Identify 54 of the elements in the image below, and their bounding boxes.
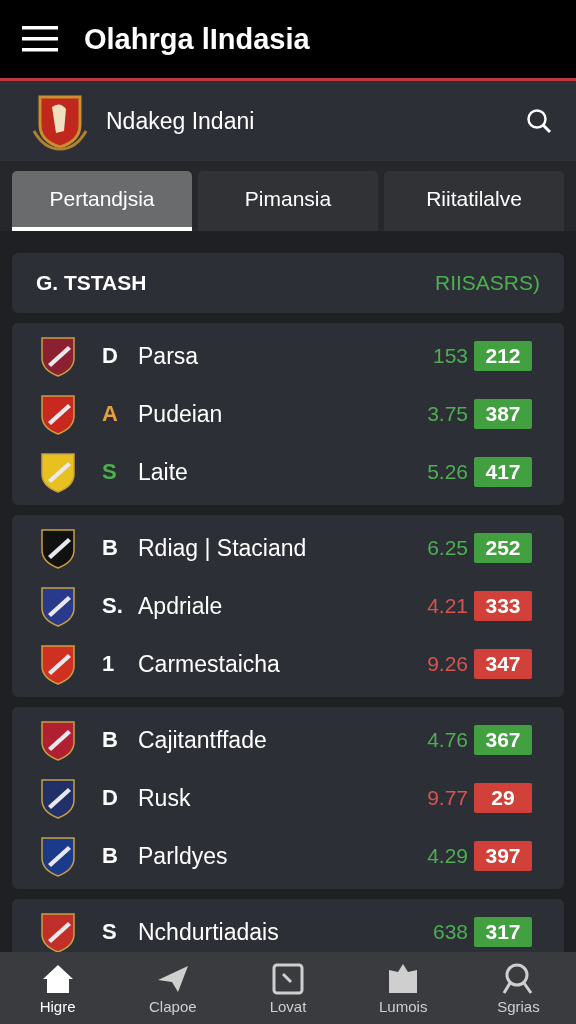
tab[interactable]: Pertandjsia — [12, 171, 192, 231]
odds-value: 5.26 — [427, 460, 468, 484]
nav-item[interactable]: Sgrias — [460, 952, 576, 1024]
team-name: Rusk — [138, 784, 192, 812]
group-letter: S. — [102, 593, 124, 619]
score-badge: 212 — [474, 341, 532, 371]
app-title: Olahrga lIndasia — [84, 22, 310, 56]
team-name: Rdiag | Staciand — [138, 534, 308, 562]
group-letter: B — [102, 535, 119, 561]
score-badge: 347 — [474, 649, 532, 679]
section-title: G. TSTASH — [36, 271, 147, 295]
group-letter: A — [102, 401, 119, 427]
menu-icon[interactable] — [22, 26, 58, 52]
score-badge: 397 — [474, 841, 532, 871]
team-name: Cajitantffade — [138, 726, 268, 754]
nav-item[interactable]: Higre — [0, 952, 116, 1024]
team-name: Parldyes — [138, 842, 229, 870]
square-icon — [271, 961, 305, 996]
odds-value: 9.77 — [427, 786, 468, 810]
score-badge: 252 — [474, 533, 532, 563]
group-letter: D — [102, 343, 119, 369]
team-name: Carmestaicha — [138, 650, 281, 678]
team-name: Pudeian — [138, 400, 224, 428]
group-letter: B — [102, 727, 119, 753]
group-letter: S — [102, 459, 118, 485]
odds-value: 6.25 — [427, 536, 468, 560]
team-name: Laite — [138, 458, 189, 486]
team-name: Nchdurtiadais — [138, 918, 280, 946]
group-letter: 1 — [102, 651, 116, 677]
team-name: Parsa — [138, 342, 200, 370]
score-badge: 333 — [474, 591, 532, 621]
group-letter: S — [102, 919, 118, 945]
odds-value: 638 — [432, 920, 468, 944]
nav-item[interactable]: Lovat — [230, 952, 346, 1024]
group-letter: B — [102, 843, 119, 869]
odds-value: 4.29 — [427, 844, 468, 868]
odds-value: 3.75 — [427, 402, 468, 426]
tab[interactable]: Pimansia — [198, 171, 378, 231]
score-badge: 367 — [474, 725, 532, 755]
odds-value: 4.76 — [427, 728, 468, 752]
score-badge: 317 — [474, 917, 532, 947]
odds-value: 9.26 — [427, 652, 468, 676]
nav-item[interactable]: Lumois — [345, 952, 461, 1024]
score-badge: 29 — [474, 783, 532, 813]
score-badge: 387 — [474, 399, 532, 429]
team-name: Apdriale — [138, 592, 224, 620]
nav-item[interactable]: Clapoe — [115, 952, 231, 1024]
odds-value: 153 — [432, 344, 468, 368]
tab[interactable]: Riitatilalve — [384, 171, 564, 231]
odds-value: 4.21 — [427, 594, 468, 618]
section-status: RIISASRS) — [434, 271, 540, 295]
club-name: Ndakeg Indani — [106, 107, 256, 135]
group-letter: D — [102, 785, 119, 811]
score-badge: 417 — [474, 457, 532, 487]
